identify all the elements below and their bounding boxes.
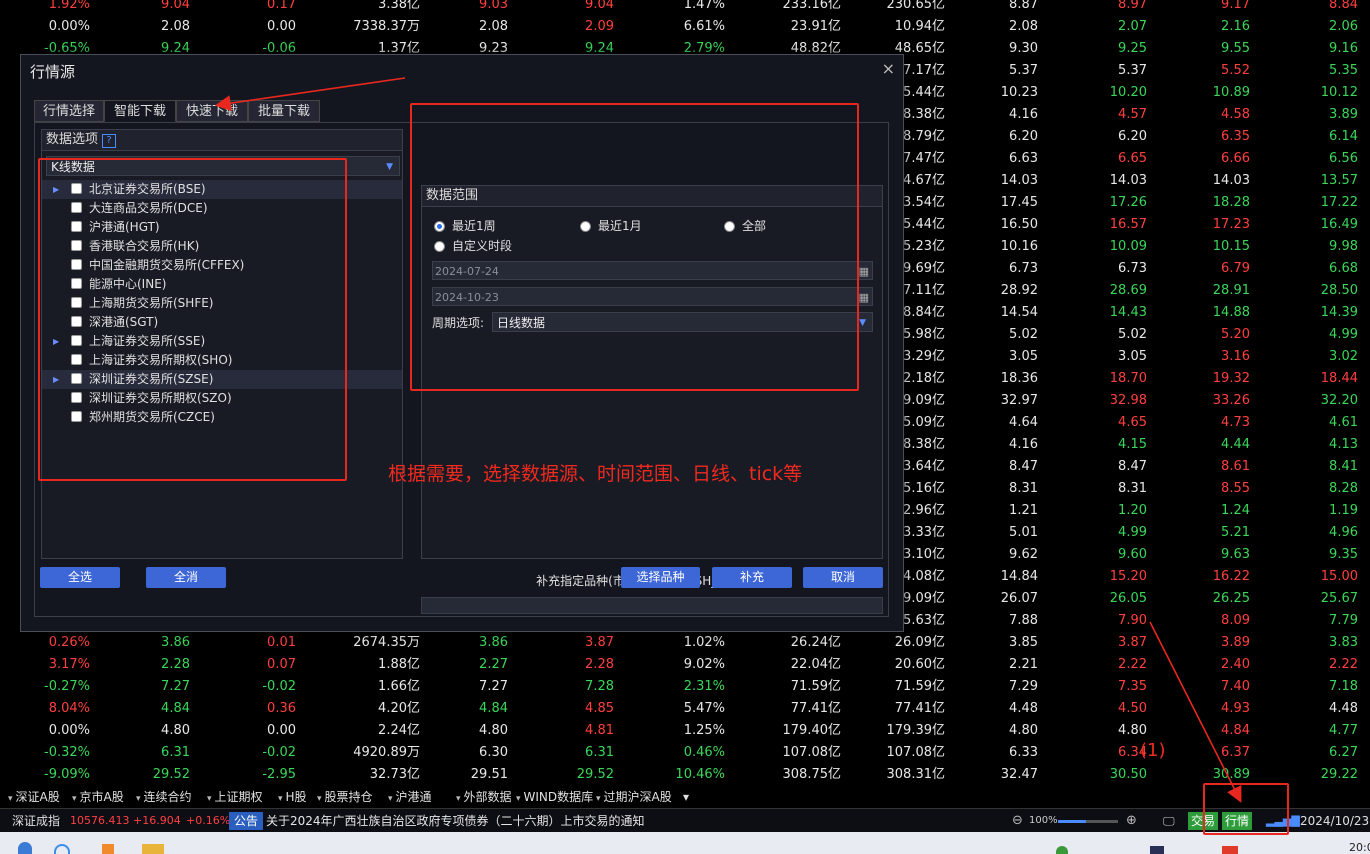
annotation-arrows — [214, 77, 1242, 803]
arrow-to-quick-download — [214, 77, 406, 112]
arrow-to-quote-button — [1149, 621, 1242, 803]
